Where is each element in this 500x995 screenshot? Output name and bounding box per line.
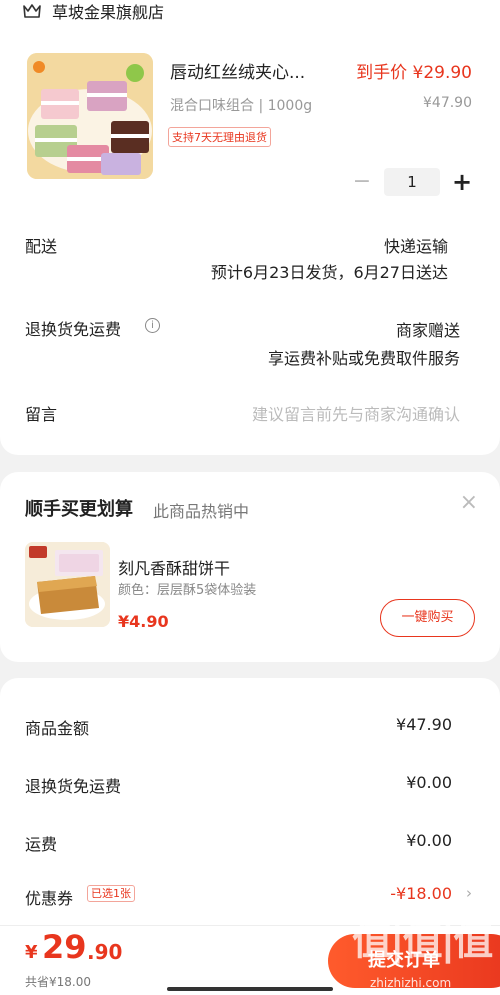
refund-tag: 支持7天无理由退货 bbox=[168, 127, 271, 147]
delivery-schedule: 预计6月23日发货，6月27日送达 bbox=[210, 263, 448, 282]
product-final-price: 到手价 ¥29.90 bbox=[356, 63, 472, 83]
saved-amount: 共省¥18.00 bbox=[25, 975, 91, 989]
summary-value: ¥0.00 bbox=[406, 773, 452, 792]
summary-value: ¥47.90 bbox=[396, 715, 452, 734]
recommend-subtitle: 此商品热销中 bbox=[153, 502, 250, 521]
recommend-product-price: ¥4.90 bbox=[118, 612, 169, 631]
quantity-stepper: − 1 + bbox=[350, 168, 474, 196]
summary-label: 退换货免运费 bbox=[25, 777, 122, 796]
recommend-product-spec: 颜色：层层酥5袋体验装 bbox=[118, 583, 257, 598]
watermark-url: zhizhizhi.com bbox=[370, 976, 452, 990]
product-title[interactable]: 唇动红丝绒夹心... bbox=[170, 58, 305, 83]
home-indicator[interactable] bbox=[167, 987, 333, 991]
total-currency: ¥ bbox=[25, 942, 38, 963]
total-decimal: .90 bbox=[87, 940, 123, 964]
coupon-value[interactable]: -¥18.00 bbox=[390, 884, 452, 903]
recommend-product-name[interactable]: 刻凡香酥甜饼干 bbox=[118, 555, 230, 579]
total-amount: 29 bbox=[42, 928, 87, 966]
return-shipping-label: 退换货免运费 bbox=[25, 320, 122, 339]
message-label: 留言 bbox=[25, 405, 58, 424]
cake-photo-icon bbox=[27, 53, 153, 179]
message-input[interactable]: 建议留言前先与商家沟通确认 bbox=[252, 401, 460, 425]
delivery-method[interactable]: 快递运输 bbox=[384, 233, 448, 257]
store-name: 草坡金果旗舰店 bbox=[52, 3, 165, 22]
store-icon bbox=[23, 4, 41, 18]
watermark-logo: 值|值|值 bbox=[352, 918, 493, 964]
return-shipping-value: 商家赠送 bbox=[395, 321, 460, 340]
return-shipping-detail: 享运费补贴或免费取件服务 bbox=[267, 349, 460, 368]
summary-value: ¥0.00 bbox=[406, 831, 452, 850]
quantity-input[interactable]: 1 bbox=[384, 168, 440, 196]
increase-quantity-button[interactable]: + bbox=[450, 168, 474, 196]
summary-label: 运费 bbox=[25, 835, 58, 854]
product-image[interactable] bbox=[27, 53, 153, 179]
store-header[interactable]: 草坡金果旗舰店 bbox=[22, 0, 164, 22]
coupon-badge: 已选1张 bbox=[87, 885, 135, 902]
product-spec[interactable]: 混合口味组合 | 1000g bbox=[170, 95, 312, 115]
coupon-label[interactable]: 优惠券 bbox=[25, 885, 73, 909]
recommend-product-image[interactable] bbox=[25, 542, 110, 627]
close-icon[interactable]: × bbox=[460, 490, 478, 515]
product-original-price: ¥47.90 bbox=[423, 95, 472, 111]
info-icon[interactable]: i bbox=[145, 318, 160, 333]
summary-label: 商品金额 bbox=[25, 719, 90, 738]
one-click-buy-button[interactable]: 一键购买 bbox=[380, 599, 475, 637]
decrease-quantity-button[interactable]: − bbox=[350, 168, 374, 196]
chevron-right-icon[interactable]: › bbox=[466, 884, 472, 902]
recommend-title: 顺手买更划算 bbox=[25, 499, 133, 520]
delivery-label: 配送 bbox=[25, 237, 58, 256]
biscuit-photo-icon bbox=[25, 542, 110, 627]
